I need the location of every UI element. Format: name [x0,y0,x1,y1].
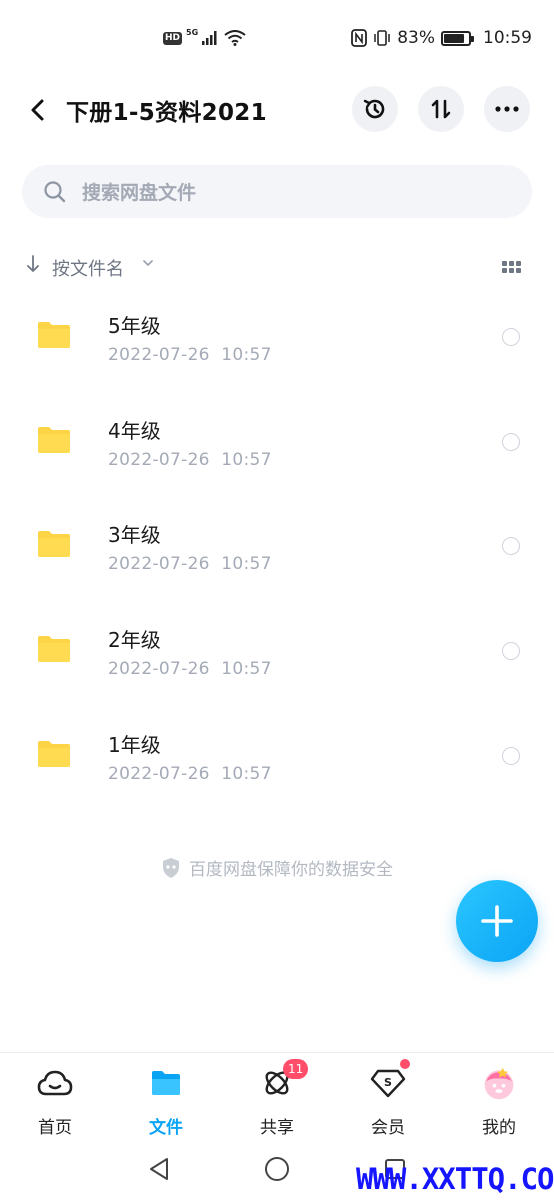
list-item[interactable]: 2年级 2022-07-26 10:57 [0,604,554,709]
share-badge: 11 [283,1059,309,1079]
file-date: 2022-07-26 10:57 [108,449,272,470]
history-button[interactable] [352,86,398,132]
file-date: 2022-07-26 10:57 [108,345,272,365]
nav-label: 我的 [482,1118,516,1138]
folder-icon [38,426,70,453]
search-input[interactable]: 搜索网盘文件 [22,165,532,218]
header: 下册1-5资料2021 [0,80,554,140]
sort-swap-icon [431,99,451,119]
home-cloud-icon [37,1065,73,1101]
hd-icon: HD [163,31,183,45]
select-checkbox[interactable] [502,537,520,556]
sort-label[interactable]: 按文件名 [52,255,124,281]
nav-item-share[interactable]: 11 共享 [237,1059,317,1143]
file-name: 4年级 [108,418,161,443]
nav-item-home[interactable]: 首页 [15,1065,95,1143]
list-item[interactable]: 4年级 2022-07-26 10:57 [0,395,554,500]
battery-icon [441,30,474,46]
back-button[interactable] [20,92,56,128]
nav-item-me[interactable]: 我的 [459,1065,539,1143]
select-checkbox[interactable] [502,328,520,346]
nav-label: 文件 [149,1118,183,1138]
battery-percent: 83% [397,28,435,48]
network-label: 5G [186,27,199,37]
system-back-button[interactable] [144,1154,174,1184]
file-name: 2年级 [108,628,161,653]
file-name: 1年级 [108,732,161,757]
wifi-icon [224,30,246,46]
file-list: 5年级 2022-07-26 10:57 4年级 2022-07-26 10:5… [0,290,554,813]
watermark: WWW.XXTTQ.COM [356,1162,554,1196]
nav-label: 首页 [38,1118,72,1138]
file-date: 2022-07-26 10:57 [108,763,272,784]
sort-bar: 按文件名 [26,252,526,282]
folder-icon [38,531,70,558]
sort-arrow-icon[interactable] [26,254,40,274]
nav-item-files[interactable]: 文件 [126,1065,206,1143]
search-icon [42,179,68,205]
sort-swap-button[interactable] [418,86,464,132]
shield-icon [163,857,179,878]
system-home-button[interactable] [262,1154,292,1184]
select-checkbox[interactable] [502,746,520,765]
status-right: 83% 10:59 [351,28,532,48]
select-checkbox[interactable] [502,642,520,661]
nav-item-vip[interactable]: S 会员 [348,1059,428,1143]
list-item[interactable]: 1年级 2022-07-26 10:57 [0,709,554,814]
grid-view-icon[interactable] [502,261,522,273]
list-item[interactable]: 3年级 2022-07-26 10:57 [0,499,554,604]
share-orbit-icon: 11 [259,1059,309,1101]
clock: 10:59 [483,28,532,48]
nav-label: 会员 [371,1118,405,1138]
bottom-nav: 首页 文件 11 共享 S 会员 我的 [0,1052,554,1144]
svg-text:S: S [384,1076,392,1089]
select-checkbox[interactable] [502,432,520,451]
status-left: HD 5G [163,27,246,46]
file-name: 5年级 [108,314,161,338]
chevron-down-icon[interactable] [142,258,154,268]
file-date: 2022-07-26 10:57 [108,554,272,575]
file-name: 3年级 [108,523,161,548]
page-title: 下册1-5资料2021 [66,100,267,126]
history-icon [363,99,385,119]
security-note-text: 百度网盘保障你的数据安全 [189,860,393,880]
status-bar: HD 5G 83% 10:59 [0,0,554,80]
add-button[interactable] [456,880,538,962]
vibrate-icon [374,30,390,46]
security-note: 百度网盘保障你的数据安全 [0,855,554,880]
more-icon [495,106,519,112]
vip-diamond-icon: S [370,1059,410,1101]
nfc-icon [351,29,368,47]
nav-label: 共享 [260,1118,294,1138]
folder-icon [38,740,70,767]
search-placeholder: 搜索网盘文件 [82,182,197,204]
list-item[interactable]: 5年级 2022-07-26 10:57 [0,290,554,395]
folder-icon [38,322,70,348]
more-button[interactable] [484,86,530,132]
folder-icon [38,636,70,663]
plus-icon [481,905,513,937]
circle-home-icon [265,1157,289,1181]
triangle-back-icon [150,1158,168,1180]
signal-icon [202,31,217,45]
vip-badge-dot [400,1059,410,1069]
folder-icon [148,1065,184,1101]
back-arrow-icon [31,99,44,121]
avatar-icon [481,1065,517,1101]
file-date: 2022-07-26 10:57 [108,659,272,680]
